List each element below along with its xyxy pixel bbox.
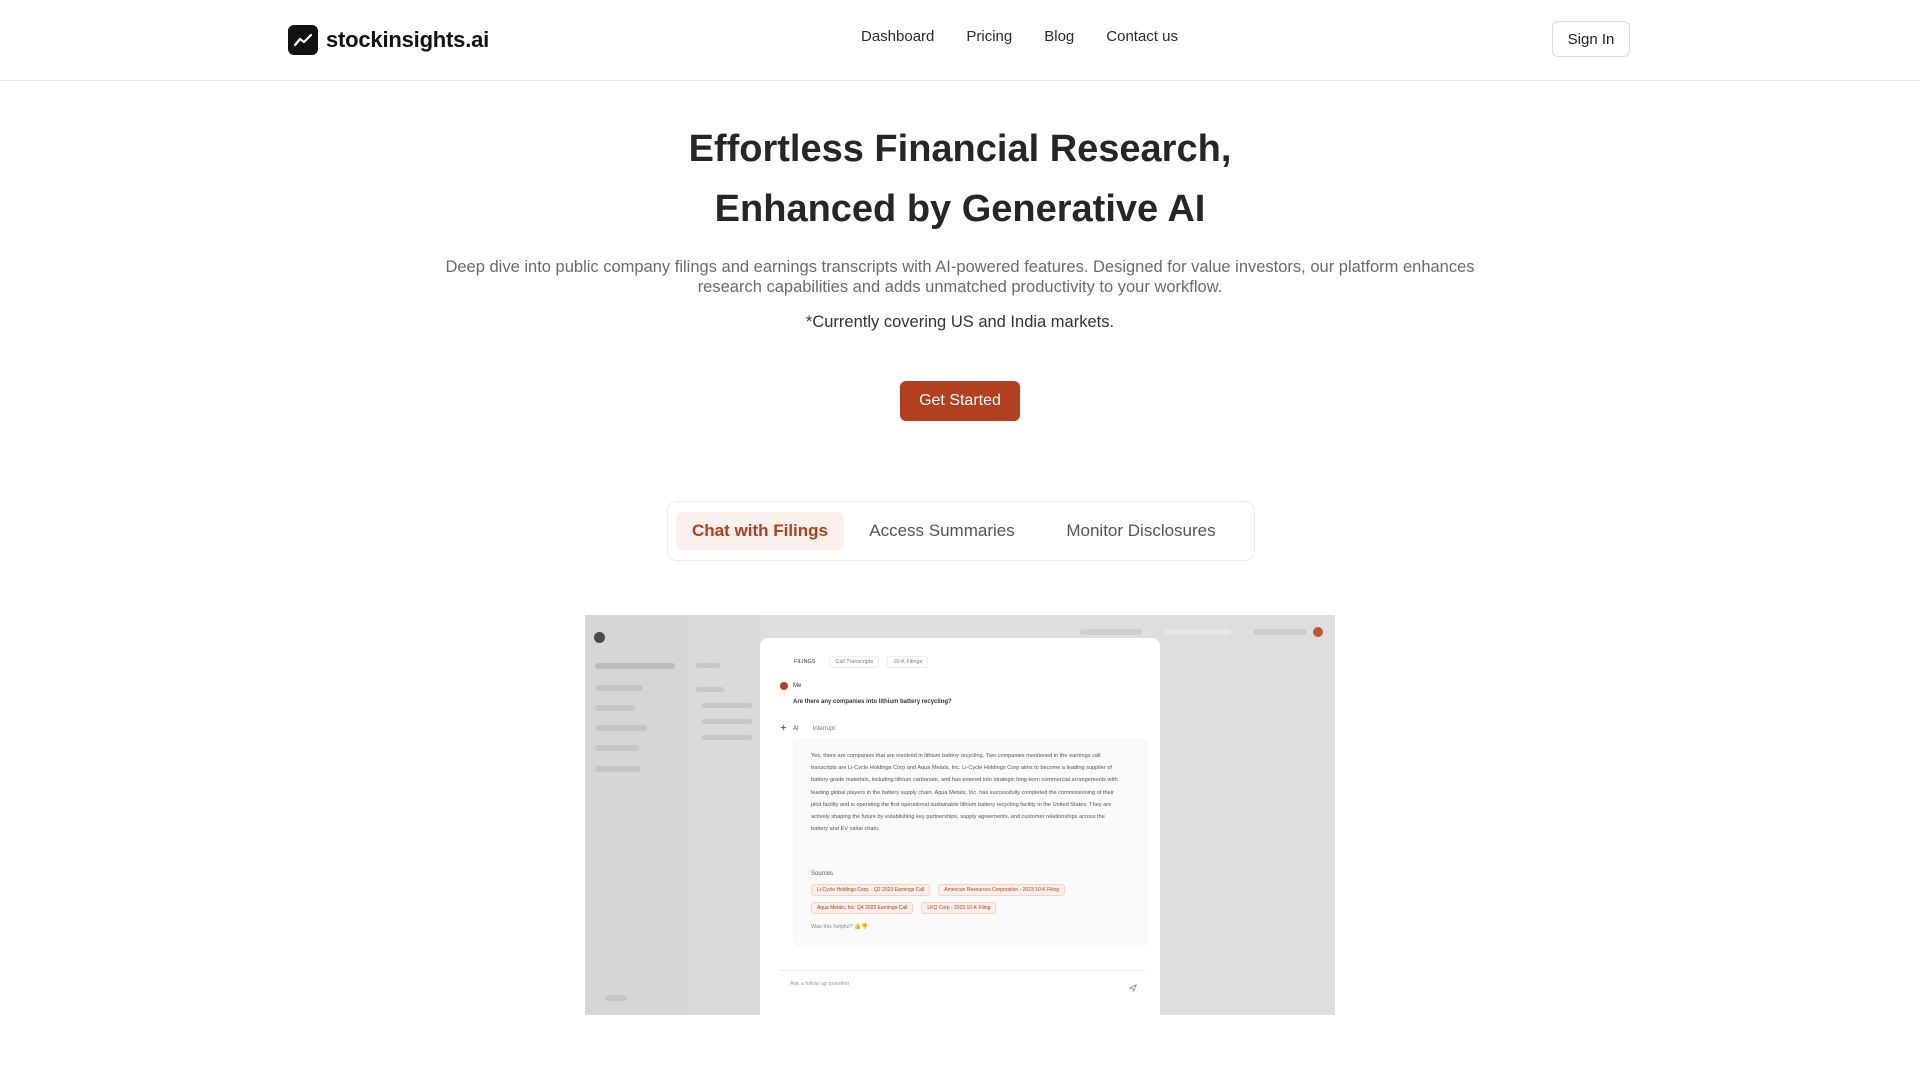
product-demo-screenshot: FILINGS Call Transcripts 10-K Filings Me… [585, 615, 1335, 1015]
source-chip: LKQ Corp - 2023 10-K Filing [921, 902, 997, 914]
demo-logo-icon [594, 632, 605, 643]
demo-list-row [702, 719, 752, 724]
demo-sidebar-row [595, 663, 675, 669]
demo-list-row [702, 703, 752, 708]
demo-chat-card: FILINGS Call Transcripts 10-K Filings Me… [760, 638, 1160, 1015]
demo-ai-answer: Yes, there are companies that are involv… [811, 753, 1118, 833]
demo-list-row [696, 687, 724, 692]
feature-tabs: Chat with Filings Access Summaries Monit… [667, 501, 1255, 561]
demo-sidebar-row [605, 995, 627, 1001]
tab-access-summaries[interactable]: Access Summaries [858, 512, 1026, 550]
hero-description: Deep dive into public company filings an… [445, 258, 1475, 296]
brand-logo[interactable]: stockinsights.ai [288, 25, 489, 55]
demo-file-list [688, 615, 760, 1015]
ai-label: AI [793, 725, 799, 732]
nav-dashboard[interactable]: Dashboard [861, 28, 934, 45]
market-coverage-note: *Currently covering US and India markets… [805, 313, 1115, 331]
demo-ai-answer-box: Yes, there are companies that are involv… [793, 738, 1148, 946]
send-icon [1128, 979, 1137, 997]
nav-pricing[interactable]: Pricing [966, 28, 1012, 45]
nav-blog[interactable]: Blog [1044, 28, 1074, 45]
hero-title-line2: Enhanced by Generative AI [714, 188, 1206, 230]
demo-topbar-placeholder [1165, 629, 1231, 635]
main-nav: Dashboard Pricing Blog Contact us [861, 28, 1178, 45]
ai-sparkle-icon [780, 724, 787, 733]
user-avatar [780, 682, 788, 690]
followup-placeholder: Ask a follow up question [790, 981, 850, 987]
demo-tab-call-transcripts: Call Transcripts [829, 656, 880, 668]
demo-followup-input: Ask a follow up question [780, 970, 1145, 999]
source-chip: Li-Cycle Holdings Corp. - Q2 2023 Earnin… [811, 884, 931, 896]
demo-ai-message-header: AI Interrupt [780, 724, 835, 733]
trend-chart-icon [288, 25, 318, 55]
site-header: stockinsights.ai Dashboard Pricing Blog … [0, 0, 1920, 81]
user-label: Me [793, 683, 802, 689]
demo-list-row [702, 735, 752, 740]
source-chip: American Resources Corporation - 2023 10… [938, 884, 1066, 896]
demo-list-row [696, 663, 720, 668]
thumbs-icon: 👍👎 [854, 924, 868, 930]
demo-tab-10k-filings: 10-K Filings [887, 656, 929, 668]
tab-chat-with-filings[interactable]: Chat with Filings [676, 512, 844, 550]
demo-sidebar-row [595, 685, 643, 691]
tab-monitor-disclosures[interactable]: Monitor Disclosures [1046, 512, 1236, 550]
brand-name: stockinsights.ai [326, 27, 490, 52]
demo-user-question: Are there any companies into lithium bat… [793, 699, 952, 705]
demo-tab-filings: FILINGS [794, 659, 816, 665]
demo-sidebar-row [595, 745, 639, 751]
nav-contact[interactable]: Contact us [1106, 28, 1178, 45]
sources-label: Sources [811, 871, 834, 877]
demo-user-message-header: Me [780, 682, 801, 690]
demo-avatar [1313, 627, 1323, 637]
demo-sidebar-row [595, 705, 635, 711]
demo-card-tabs: FILINGS Call Transcripts 10-K Filings [788, 656, 929, 668]
hero-title-line1: Effortless Financial Research, [688, 128, 1232, 170]
demo-sidebar-row [595, 766, 641, 772]
source-chip: Aqua Metals, Inc. Q4 2022 Earnings Call [811, 902, 914, 914]
sign-in-button[interactable]: Sign In [1552, 21, 1630, 57]
demo-sidebar-row [595, 725, 647, 731]
source-chips: Li-Cycle Holdings Corp. - Q2 2023 Earnin… [811, 884, 1131, 914]
helpful-label: Was this helpful? [811, 924, 853, 930]
get-started-button[interactable]: Get Started [900, 381, 1020, 421]
interrupt-label: Interrupt [812, 725, 836, 732]
helpful-prompt: Was this helpful? 👍👎 [811, 924, 868, 930]
demo-topbar-placeholder [1253, 629, 1307, 635]
demo-topbar-placeholder [1080, 629, 1142, 635]
demo-sidebar [585, 615, 688, 1015]
